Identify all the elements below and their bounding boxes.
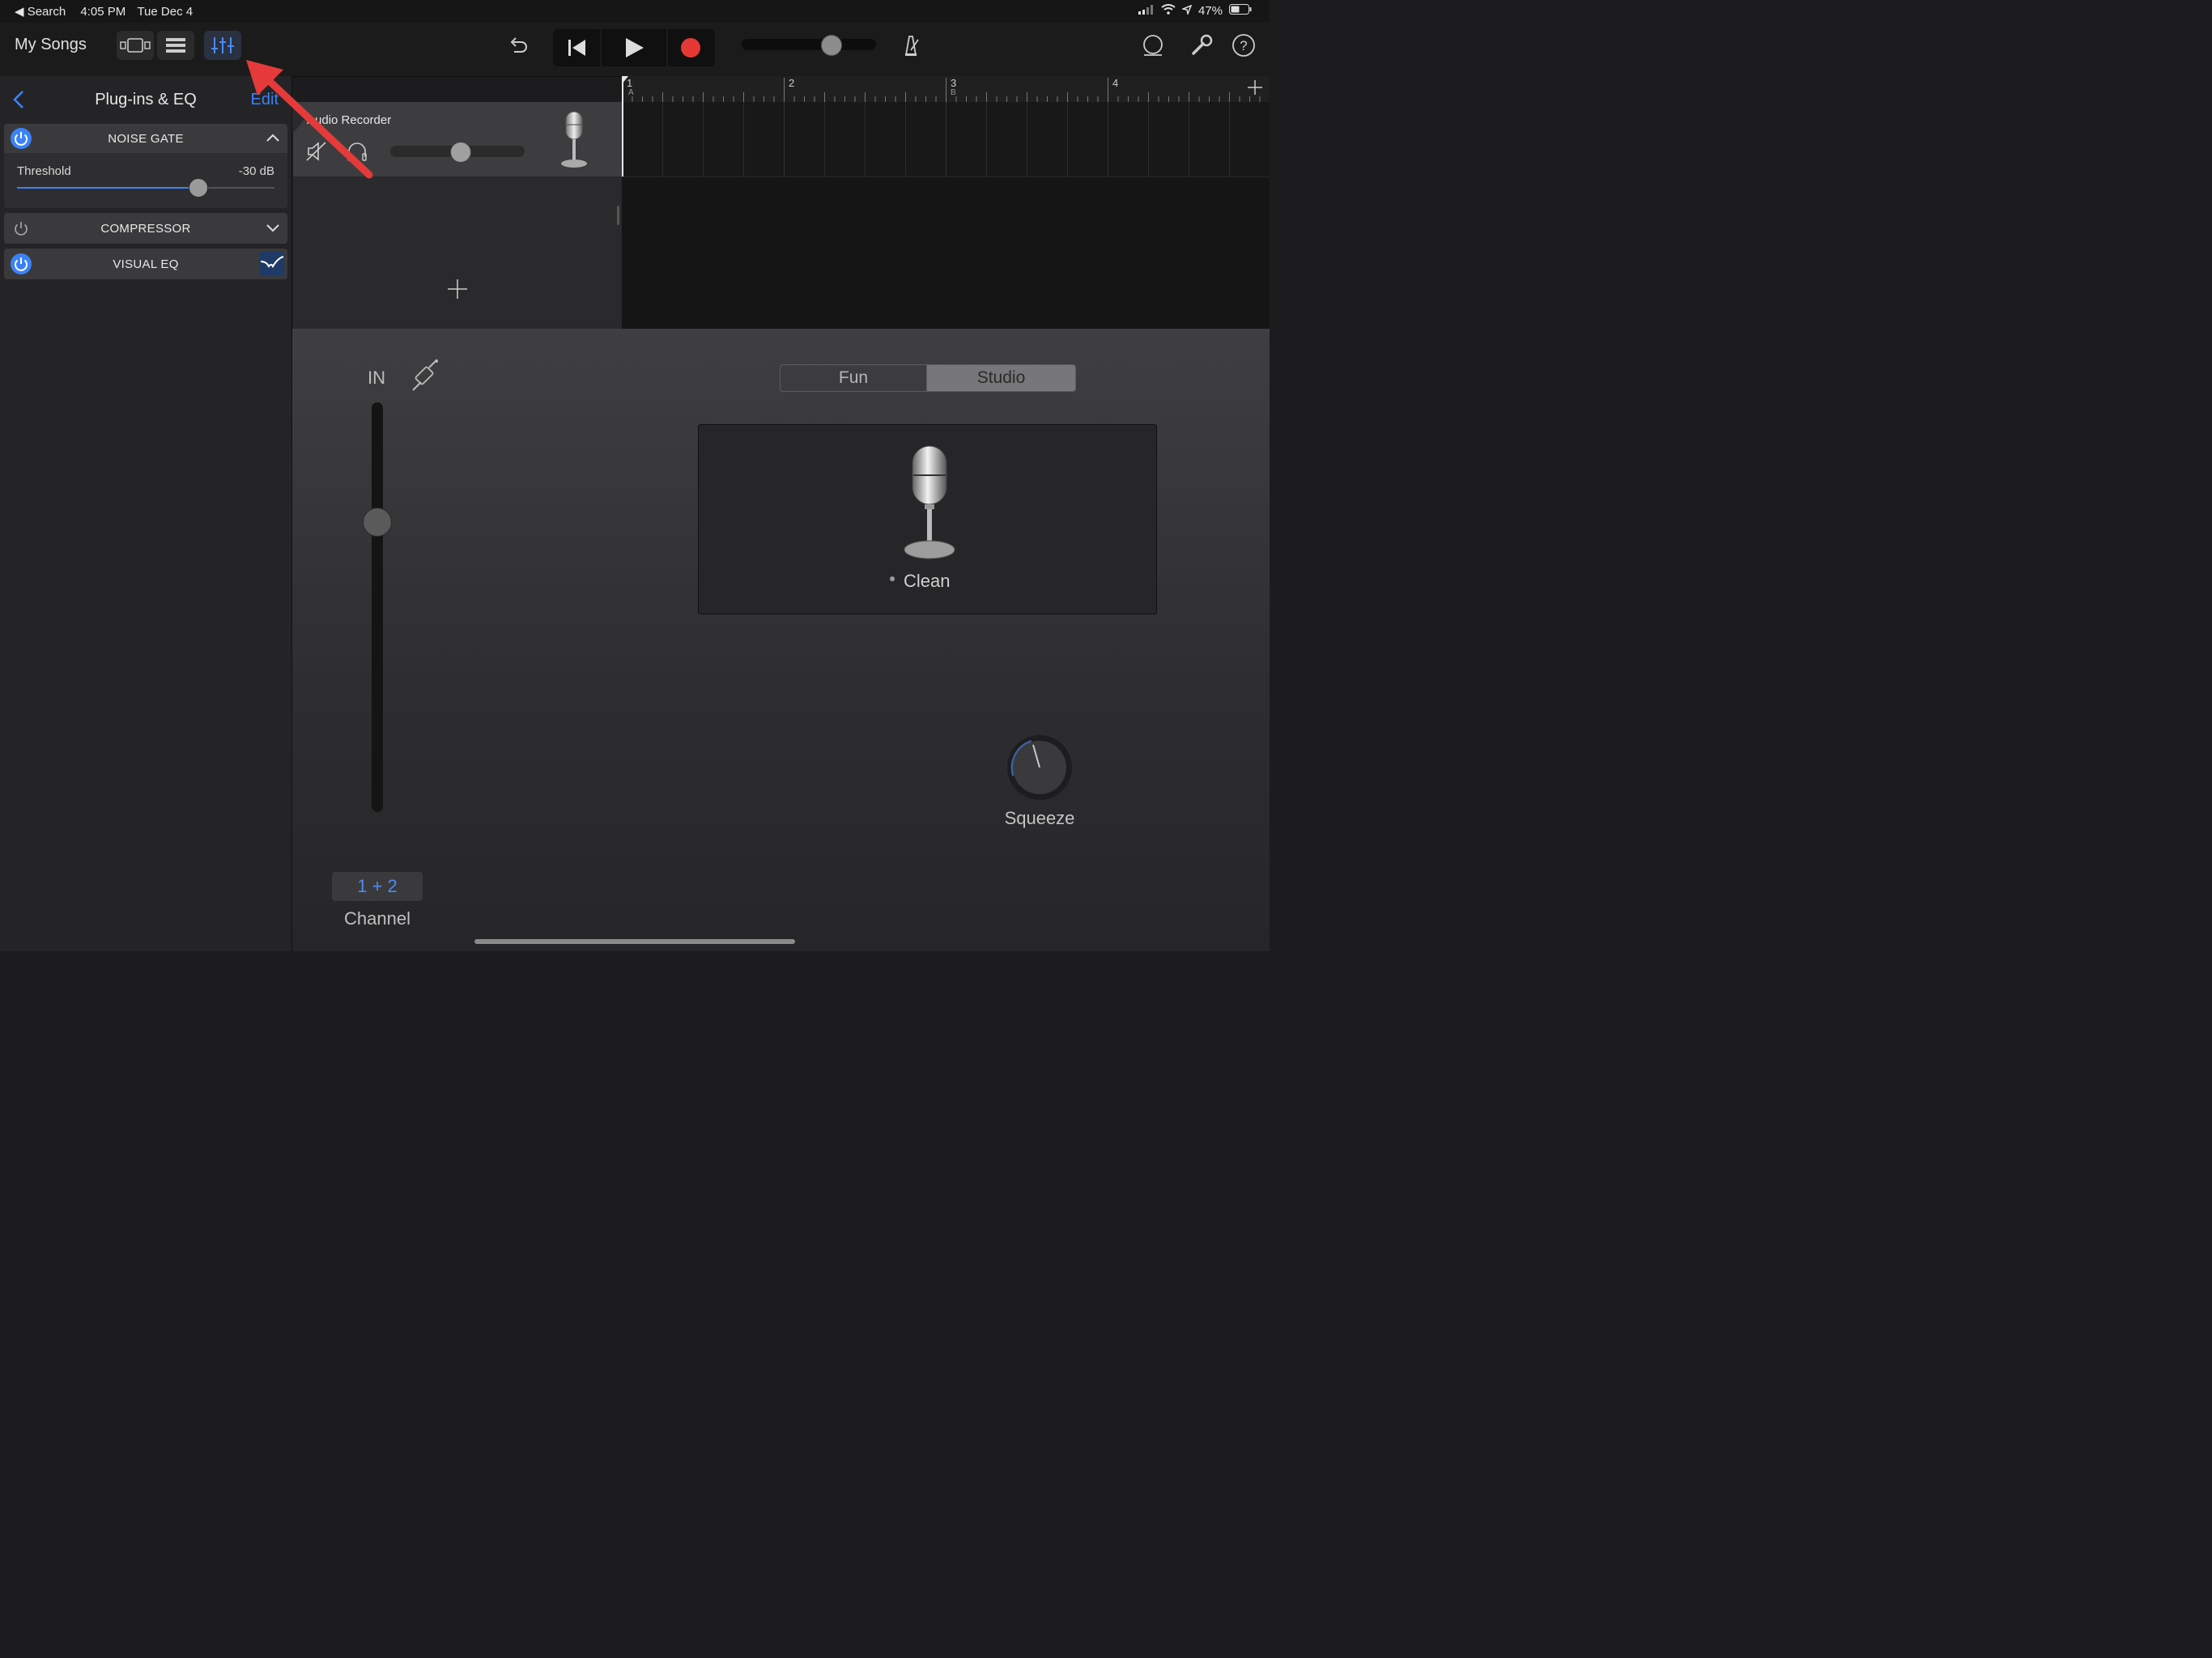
- bar-number-3: 3: [951, 77, 957, 89]
- location-icon: [1180, 4, 1193, 18]
- timeline-region-area[interactable]: [622, 102, 1270, 329]
- plugins-eq-panel: Plug-ins & EQ Edit NOISE GATE Threshold …: [0, 76, 292, 951]
- knob-dial: [1007, 735, 1072, 800]
- section-marker-b: B: [951, 88, 956, 97]
- battery-percent: 47%: [1197, 4, 1223, 18]
- audio-jack-icon: [412, 359, 438, 391]
- browser-icon: [120, 38, 151, 53]
- add-track-button[interactable]: [447, 278, 468, 304]
- threshold-slider[interactable]: [17, 178, 274, 198]
- input-settings-button[interactable]: [408, 358, 440, 397]
- eq-curve-icon: [260, 256, 284, 269]
- bar-number-2: 2: [789, 77, 795, 89]
- metronome-icon: [904, 36, 919, 56]
- channel-label: Channel: [344, 908, 410, 929]
- record-button[interactable]: [668, 29, 715, 66]
- loop-icon: [1143, 35, 1163, 56]
- status-time: 4:05 PM: [80, 5, 126, 19]
- master-volume-thumb[interactable]: [821, 35, 842, 56]
- microphone-icon: [559, 110, 591, 174]
- plus-icon: [1248, 80, 1262, 95]
- annotation-arrow: [246, 60, 373, 179]
- studio-microphone-icon: [901, 444, 958, 565]
- home-indicator[interactable]: [474, 939, 795, 944]
- track-volume-thumb[interactable]: [450, 142, 472, 163]
- wrench-icon: [1192, 34, 1213, 55]
- wifi-icon: [1161, 4, 1176, 18]
- lane-gridlines: [622, 102, 1230, 176]
- help-button[interactable]: ?: [1231, 32, 1257, 62]
- battery-icon: [1229, 4, 1252, 18]
- skip-back-icon: [568, 40, 585, 56]
- status-date: Tue Dec 4: [137, 5, 194, 19]
- preset-indicator-dot: [890, 576, 895, 581]
- track-volume-slider[interactable]: [390, 142, 525, 163]
- playhead-handle[interactable]: [622, 76, 628, 84]
- metronome-button[interactable]: [899, 32, 923, 62]
- threshold-slider-fill: [17, 187, 198, 189]
- visual-eq-plugin: VISUAL EQ: [4, 249, 287, 279]
- compressor-expand-button[interactable]: [266, 222, 280, 239]
- play-icon: [626, 38, 644, 57]
- toolbar: My Songs ?: [0, 23, 1270, 77]
- tracks-view-button[interactable]: [157, 31, 194, 60]
- playhead[interactable]: [622, 76, 623, 176]
- chevron-down-icon: [266, 224, 279, 232]
- squeeze-label: Squeeze: [1004, 808, 1075, 828]
- cellular-signal-icon: [1138, 4, 1155, 18]
- settings-button[interactable]: [1189, 32, 1214, 62]
- loop-browser-button[interactable]: [1140, 32, 1166, 62]
- undo-button[interactable]: [507, 34, 530, 61]
- compressor-title: COMPRESSOR: [100, 222, 191, 236]
- threshold-label: Threshold: [17, 164, 71, 178]
- plus-icon: [448, 279, 467, 299]
- bar-number-4: 4: [1112, 77, 1119, 89]
- timeline-ruler[interactable]: 1 2 3 4 A B: [622, 76, 1270, 102]
- browser-view-button[interactable]: [117, 31, 154, 60]
- track-list-empty-area: [293, 176, 622, 329]
- master-volume-slider[interactable]: [742, 35, 876, 56]
- my-songs-button[interactable]: My Songs: [15, 36, 87, 54]
- tab-studio[interactable]: Studio: [926, 364, 1076, 392]
- channel-button[interactable]: 1 + 2: [332, 872, 423, 901]
- play-button[interactable]: [602, 29, 666, 66]
- go-to-start-button[interactable]: [553, 29, 600, 66]
- add-section-button[interactable]: [1247, 79, 1263, 100]
- back-to-search-link[interactable]: ◀ Search: [15, 5, 66, 19]
- visual-eq-open-button[interactable]: [260, 252, 284, 276]
- audio-recorder-lane[interactable]: [622, 102, 1270, 177]
- preset-name: Clean: [904, 571, 951, 591]
- tab-fun[interactable]: Fun: [780, 364, 927, 392]
- threshold-slider-thumb[interactable]: [188, 178, 208, 198]
- tracks-icon: [166, 38, 185, 53]
- section-marker-a: A: [628, 88, 634, 97]
- svg-text:?: ?: [1240, 38, 1247, 53]
- visual-eq-title: VISUAL EQ: [113, 257, 179, 271]
- squeeze-knob[interactable]: [1006, 733, 1074, 806]
- input-label: IN: [368, 368, 385, 388]
- preset-card[interactable]: Clean: [698, 424, 1157, 614]
- ruler-ticks: [622, 78, 1261, 102]
- status-bar: ◀ Search 4:05 PM Tue Dec 4 47%: [0, 0, 1270, 23]
- compressor-plugin: COMPRESSOR: [4, 213, 287, 244]
- input-level-slider[interactable]: [363, 402, 392, 812]
- undo-icon: [510, 37, 527, 53]
- input-level-thumb[interactable]: [363, 507, 392, 537]
- audio-recorder-instrument: [292, 329, 1270, 951]
- help-icon: ?: [1232, 34, 1255, 57]
- record-icon: [681, 38, 700, 57]
- track-header-resize-handle[interactable]: [617, 206, 619, 225]
